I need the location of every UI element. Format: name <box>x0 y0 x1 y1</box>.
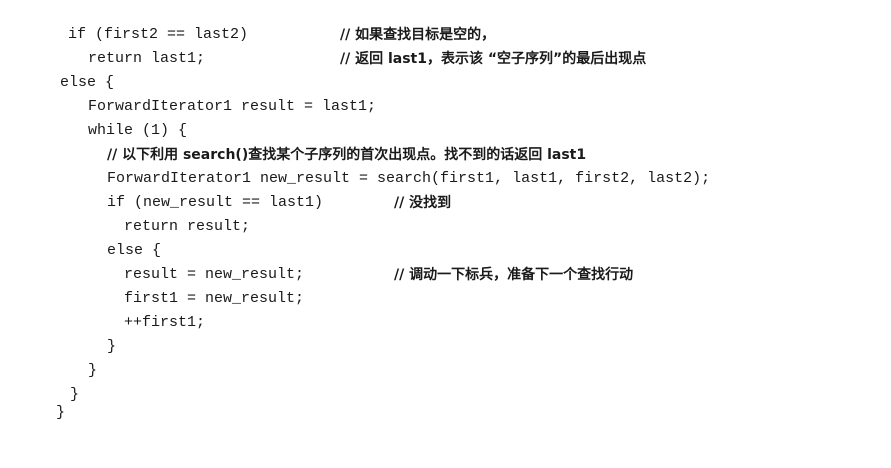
code-comment: // 调动一下标兵，准备下一个查找行动 <box>394 267 634 283</box>
code-line-10: else { <box>0 240 161 262</box>
code-line-11: result = new_result; // 调动一下标兵，准备下一个查找行动 <box>0 264 633 286</box>
code-line-13: ++first1; <box>0 312 205 334</box>
code-text: } <box>56 404 66 421</box>
code-text: ForwardIterator1 result = last1; <box>88 98 377 115</box>
code-line-7: ForwardIterator1 new_result = search(fir… <box>0 168 710 190</box>
code-line-3: else { <box>0 72 114 94</box>
code-text: else { <box>107 242 162 259</box>
code-comment: // 返回 last1，表示该 “空子序列”的最后出现点 <box>340 51 647 67</box>
code-line-17: } <box>0 402 65 424</box>
code-text: ++first1; <box>124 314 206 331</box>
code-line-9: return result; <box>0 216 250 238</box>
code-text: } <box>70 386 80 403</box>
code-line-12: first1 = new_result; <box>0 288 304 310</box>
code-comment: // 如果查找目标是空的， <box>340 27 496 43</box>
code-text: ForwardIterator1 new_result = search(fir… <box>107 170 711 187</box>
code-text: if (new_result == last1) <box>107 194 324 211</box>
code-line-15: } <box>0 360 97 382</box>
code-line-8: if (new_result == last1) // 没找到 <box>0 192 451 214</box>
code-text: result = new_result; <box>124 266 305 283</box>
code-text: return last1; <box>88 50 206 67</box>
code-listing: if (first2 == last2) // 如果查找目标是空的， retur… <box>0 0 891 427</box>
code-text: first1 = new_result; <box>124 290 305 307</box>
code-line-14: } <box>0 336 116 358</box>
code-text: while (1) { <box>88 122 188 139</box>
code-line-2: return last1; // 返回 last1，表示该 “空子序列”的最后出… <box>0 48 646 70</box>
code-text: } <box>107 338 117 355</box>
code-line-6: // 以下利用 search()查找某个子序列的首次出现点。找不到的话返回 la… <box>0 144 586 166</box>
code-line-1: if (first2 == last2) // 如果查找目标是空的， <box>0 24 495 46</box>
code-line-4: ForwardIterator1 result = last1; <box>0 96 376 118</box>
code-text: if (first2 == last2) <box>68 26 249 43</box>
code-text: return result; <box>124 218 251 235</box>
code-line-5: while (1) { <box>0 120 187 142</box>
code-text: else { <box>60 74 115 91</box>
code-text: } <box>88 362 98 379</box>
code-comment: // 以下利用 search()查找某个子序列的首次出现点。找不到的话返回 la… <box>107 147 587 163</box>
code-comment: // 没找到 <box>394 195 452 211</box>
